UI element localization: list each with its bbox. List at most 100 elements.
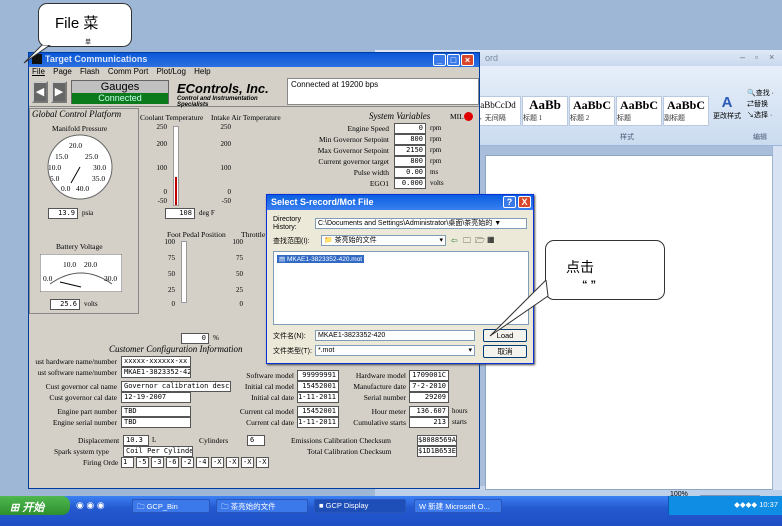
maximize-icon[interactable]: □: [447, 54, 460, 66]
word-minimize-icon[interactable]: –: [740, 52, 745, 62]
callout-right-pointer: [489, 280, 549, 337]
gcp-menubar: File Page Flash Comm Port Plot/Log Help: [29, 67, 479, 78]
start-button[interactable]: ⊞ 开始: [0, 496, 70, 515]
menu-comm-port[interactable]: Comm Port: [108, 67, 148, 76]
firing-order-cell[interactable]: -4: [196, 457, 209, 468]
cancel-button[interactable]: 取消: [483, 345, 527, 358]
style-title[interactable]: AaBbC 标题: [616, 96, 662, 126]
temp-tick: 250: [156, 123, 168, 131]
task-label: GCP Display: [325, 501, 369, 510]
firing-order-cell[interactable]: -3: [151, 457, 164, 468]
task-folder[interactable]: 🗀 茶亮始的文件: [216, 499, 308, 513]
pedal-value: 0: [181, 333, 209, 344]
lookin-value: 📁 茶亮始的文件: [324, 237, 377, 244]
arrow-right-icon: ▶: [54, 86, 64, 98]
firing-order-cell[interactable]: -X: [256, 457, 269, 468]
quicklaunch-icons[interactable]: ◉ ◉ ◉: [76, 500, 105, 511]
menu-help[interactable]: Help: [194, 67, 210, 76]
emission-value: $8088569A: [417, 435, 457, 446]
back-icon[interactable]: ⇦: [451, 236, 458, 245]
firing-order-cell[interactable]: -6: [166, 457, 179, 468]
menu-plot-log[interactable]: Plot/Log: [157, 67, 186, 76]
style-heading1[interactable]: AaBb 标题 1: [522, 96, 568, 126]
select-icon: ↘: [747, 112, 754, 119]
coolant-value: 108: [165, 208, 195, 219]
pedal-tick: 0: [171, 300, 176, 308]
menu-flash[interactable]: Flash: [80, 67, 100, 76]
filename-input[interactable]: MKAE1-3823352-420: [315, 330, 475, 341]
pedal-unit: %: [213, 334, 219, 342]
task-gcp-bin[interactable]: 🗀 GCP_Bin: [132, 499, 210, 513]
sysvar-value: 0.000: [394, 178, 426, 189]
total-label: Total Calibration Checksum: [307, 447, 392, 456]
firing-order-cell[interactable]: 1: [121, 457, 134, 468]
pedal-tick: 100: [164, 238, 176, 246]
battery-tick: 20.0: [84, 260, 98, 269]
lookin-select[interactable]: 📁 茶亮始的文件 ▾: [321, 235, 446, 246]
battery-tick: 10.0: [63, 260, 77, 269]
firing-order-cell[interactable]: -X: [226, 457, 239, 468]
change-styles-button[interactable]: A 更改样式: [713, 94, 741, 121]
find-button[interactable]: 🔍查找 ·: [747, 88, 774, 99]
temp-tick: 200: [220, 140, 232, 148]
task-label: 茶亮始的文件: [230, 502, 276, 511]
next-page-button[interactable]: ▶: [51, 81, 67, 103]
sysvar-unit: rpm: [430, 157, 442, 165]
style-subtitle-label: 副标题: [664, 114, 685, 122]
pedal-tick: 25: [168, 286, 175, 294]
word-scrollbar[interactable]: [772, 146, 782, 490]
total-value: $1D1B653E: [417, 446, 457, 457]
manifold-tick: 30.0: [93, 163, 107, 172]
firing-order-cell[interactable]: -2: [181, 457, 194, 468]
replace-button[interactable]: ⇄替换: [747, 99, 774, 110]
throttle-tick: 50: [236, 270, 243, 278]
new-folder-icon[interactable]: 🗁: [475, 235, 485, 249]
styles-group-label: 样式: [620, 134, 634, 141]
word-restore-icon[interactable]: ▫: [755, 52, 758, 62]
firing-order-cell[interactable]: -X: [211, 457, 224, 468]
style-heading2[interactable]: AaBbC 标题 2: [569, 96, 615, 126]
filename-label: 文件名(N):: [273, 333, 306, 340]
view-menu-icon[interactable]: ▦: [487, 235, 495, 244]
app-icon: ■: [319, 501, 326, 510]
style-nospacing[interactable]: aBbCcDd → 无间隔: [475, 96, 521, 126]
minimize-icon[interactable]: _: [433, 54, 446, 66]
filetype-value: *.mot: [318, 347, 335, 354]
close-icon[interactable]: ×: [461, 54, 474, 66]
pedal-tick: 50: [168, 270, 175, 278]
task-word[interactable]: W 新建 Microsoft O...: [414, 499, 502, 513]
temp-tick: 250: [220, 123, 232, 131]
chevron-down-icon: ▾: [439, 237, 443, 244]
prev-page-button[interactable]: ◀: [32, 81, 48, 103]
pedal-bar: [181, 241, 187, 303]
firing-order-cell[interactable]: -5: [136, 457, 149, 468]
battery-label: Battery Voltage: [56, 242, 103, 251]
file-icon: ▤: [279, 256, 287, 263]
style-subtitle[interactable]: AaBbC 副标题: [663, 96, 709, 126]
dialog-close-icon[interactable]: X: [518, 196, 531, 208]
word-close-icon[interactable]: ×: [769, 52, 774, 62]
battery-tick: 30.0: [104, 274, 118, 283]
task-gcp-display[interactable]: ■ GCP Display: [314, 499, 406, 513]
help-icon[interactable]: ?: [503, 196, 516, 208]
global-control-panel: Global Control Platform Manifold Pressur…: [29, 108, 139, 314]
menu-page[interactable]: Page: [53, 67, 72, 76]
gauges-panel[interactable]: Gauges Connected: [71, 80, 169, 104]
file-item[interactable]: ▤ MKAE1-3823352-420.mot: [277, 255, 365, 263]
dir-history-label: Directory History:: [273, 216, 301, 232]
file-item-name: MKAE1-3823352-420.mot: [286, 256, 363, 263]
directory-history-select[interactable]: C:\Documents and Settings\Administrator\…: [315, 218, 527, 229]
up-folder-icon[interactable]: 🗀: [463, 235, 471, 249]
firing-order-cell[interactable]: -X: [241, 457, 254, 468]
gcp-titlebar: Target Communications _ □ ×: [29, 53, 479, 67]
coolant-fill: [175, 177, 177, 205]
select-button[interactable]: ↘选择 ·: [747, 110, 774, 121]
style-nospacing-label: → 无间隔: [476, 114, 506, 122]
dir-label-line1: Directory: [273, 216, 302, 223]
callout-top-text: File 菜: [55, 15, 99, 32]
tray-icons[interactable]: ◆◆◆◆: [734, 500, 759, 509]
filetype-select[interactable]: *.mot ▾: [315, 345, 475, 356]
change-styles-icon: A: [721, 94, 733, 111]
throttle-tick: 0: [239, 300, 244, 308]
menu-file[interactable]: File: [32, 67, 45, 76]
